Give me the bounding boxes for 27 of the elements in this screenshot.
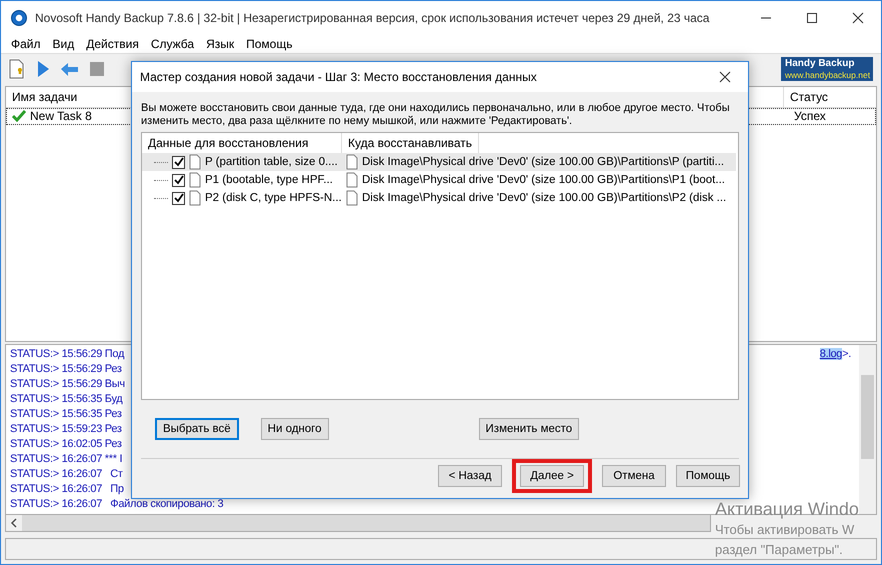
log-line: STATUS:> 16:26:07 *** I [10, 452, 122, 468]
log-line: STATUS:> 16:02:05 Рез [10, 437, 122, 452]
log-text: >. [842, 348, 851, 360]
logo: Handy Backup www.handybackup.net [781, 56, 873, 81]
log-line: STATUS:> 15:56:29 Выч [10, 377, 125, 392]
log-line: STATUS:> 16:26:07 Ст [10, 467, 123, 482]
activation-notice-text: Активация Windo [715, 498, 859, 520]
log-line: STATUS:> 15:56:35 Буд [10, 392, 122, 408]
target-text: Disk Image\Physical drive 'Dev0' (size 100.00 GB)\Partitions\P1 (boot... [362, 174, 725, 186]
log-line: STATUS:> 15:56:29 Рез [10, 362, 122, 378]
log-line: STATUS:> 16:26:07 Файлов скопировано: 3 [10, 497, 224, 512]
dialog-title: Мастер создания новой задачи - Шаг 3: Место восстановления данных [140, 70, 538, 84]
source-text: P2 (disk C, type HPFS-N... [205, 192, 342, 204]
window-title: Novosoft Handy Backup 7.8.6 | 32-bit | Незарегистрированная версия, срок использования истечет через 29 дней, 23 часа [35, 10, 710, 25]
log-line: STATUS:> 16:26:07 Пр [10, 482, 124, 498]
log-line: STATUS:> 15:59:23 Рез [10, 422, 122, 438]
task-name: New Task 8 [30, 109, 92, 124]
activation-notice-text: раздел "Параметры". [715, 541, 844, 559]
activation-notice-text: Чтобы активировать W [715, 521, 856, 539]
log-line: STATUS:> 15:56:29 Под [10, 347, 124, 362]
description-text: Вы можете восстановить свои данные туда, где они находились первоначально, или в любое другое место. Чтобы изменить место, два раза щёлкните по нему мышкой, или нажмите 'Редактировать'. [141, 102, 731, 128]
source-text: P (partition table, size 0.... [205, 156, 338, 168]
target-text: Disk Image\Physical drive 'Dev0' (size 100.00 GB)\Partitions\P2 (disk ... [362, 192, 726, 204]
target-text: Disk Image\Physical drive 'Dev0' (size 100.00 GB)\Partitions\P (partiti... [362, 156, 724, 168]
source-text: P1 (bootable, type HPF... [205, 174, 333, 186]
log-line: STATUS:> 15:56:35 Рез [10, 407, 122, 422]
task-status: Успех [794, 109, 827, 124]
